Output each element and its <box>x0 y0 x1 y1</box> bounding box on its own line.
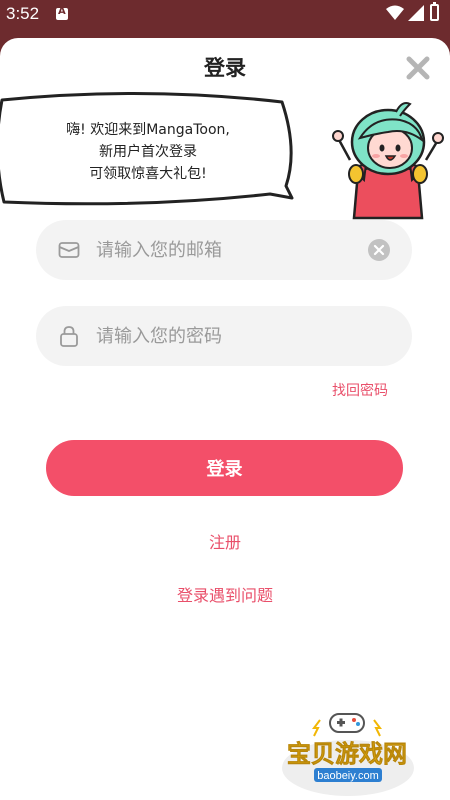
welcome-line-3: 可领取惊喜大礼包! <box>89 166 207 182</box>
wifi-icon <box>386 5 404 20</box>
lock-icon <box>60 326 78 347</box>
forgot-password-link[interactable]: 找回密码 <box>332 380 388 400</box>
login-sheet: 登录 嗨! 欢迎来到MangaToon, 新用户首次登录 可领取惊喜大礼包! 请… <box>0 38 450 800</box>
login-trouble-link[interactable]: 登录遇到问题 <box>0 582 450 606</box>
email-input[interactable] <box>96 220 366 280</box>
notification-app-icon <box>56 6 68 20</box>
status-time: 3:52 <box>6 4 40 23</box>
clear-input-icon[interactable] <box>368 239 390 261</box>
watermark-brand: 宝贝游戏网 <box>287 740 407 768</box>
signal-icon <box>408 5 424 21</box>
watermark-url: baobeiy.com <box>317 770 379 782</box>
welcome-message: 嗨! 欢迎来到MangaToon, 新用户首次登录 可领取惊喜大礼包! <box>34 119 262 185</box>
page-title: 登录 <box>204 56 246 80</box>
battery-icon <box>430 2 439 21</box>
email-field[interactable] <box>36 220 412 280</box>
close-icon[interactable] <box>404 54 432 82</box>
login-button[interactable]: 登录 <box>46 440 403 496</box>
watermark-logo: 宝贝游戏网 baobeiy.com <box>282 713 414 796</box>
mail-icon <box>58 242 80 258</box>
password-field[interactable] <box>36 306 412 366</box>
mascot-character <box>332 102 444 220</box>
status-bar: 3:52 <box>0 0 450 30</box>
password-input[interactable] <box>96 306 366 366</box>
welcome-line-1: 嗨! 欢迎来到MangaToon, <box>66 122 230 138</box>
register-link[interactable]: 注册 <box>0 529 450 553</box>
welcome-line-2: 新用户首次登录 <box>99 144 197 160</box>
welcome-speech-bubble: 嗨! 欢迎来到MangaToon, 新用户首次登录 可领取惊喜大礼包! <box>0 90 294 212</box>
